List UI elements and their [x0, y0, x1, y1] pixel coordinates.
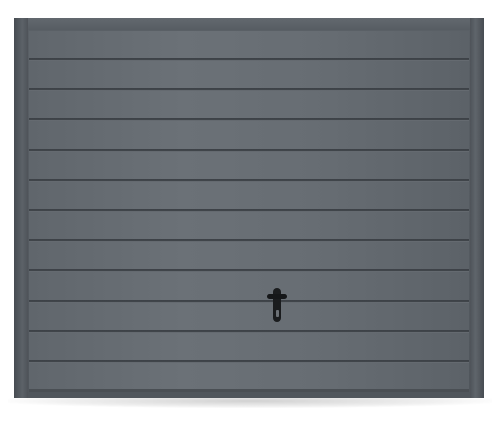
door-rib: [29, 209, 469, 212]
door-rib: [29, 178, 469, 182]
door-frame-left-post: [14, 18, 28, 398]
door-frame-right-post: [470, 18, 484, 398]
door-rib: [29, 269, 469, 273]
door-rib: [29, 58, 469, 61]
door-rib: [29, 299, 469, 303]
keyhole-icon: [275, 310, 279, 317]
door-frame-top: [14, 18, 484, 30]
door-rib: [29, 88, 469, 92]
door-panel: [29, 31, 469, 392]
garage-door-scene: [0, 0, 500, 430]
door-rib: [29, 329, 469, 333]
door-rib: [29, 360, 469, 363]
door-rib: [29, 118, 469, 122]
door-rib: [29, 239, 469, 243]
door-rib: [29, 148, 469, 152]
handle-grip[interactable]: [267, 294, 287, 299]
door-bottom-seal: [29, 389, 469, 392]
door-handle[interactable]: [267, 288, 287, 324]
